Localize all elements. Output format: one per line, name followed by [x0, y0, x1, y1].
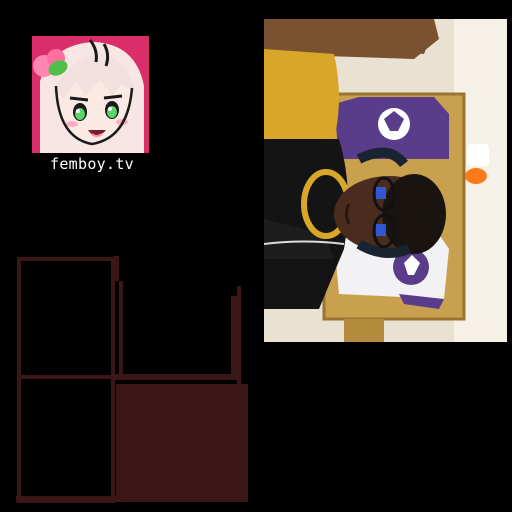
webcam-feed-image: [264, 19, 507, 342]
anime-mascot-icon: [32, 36, 149, 153]
channel-caption: femboy.tv: [50, 155, 134, 173]
stream-overlay: femboy.tv: [0, 0, 512, 512]
mascot-logo: [32, 36, 149, 153]
pixel-grid-frame: [16, 256, 248, 503]
webcam-feed: [264, 19, 507, 342]
pixel-grid-panel: [16, 256, 250, 504]
